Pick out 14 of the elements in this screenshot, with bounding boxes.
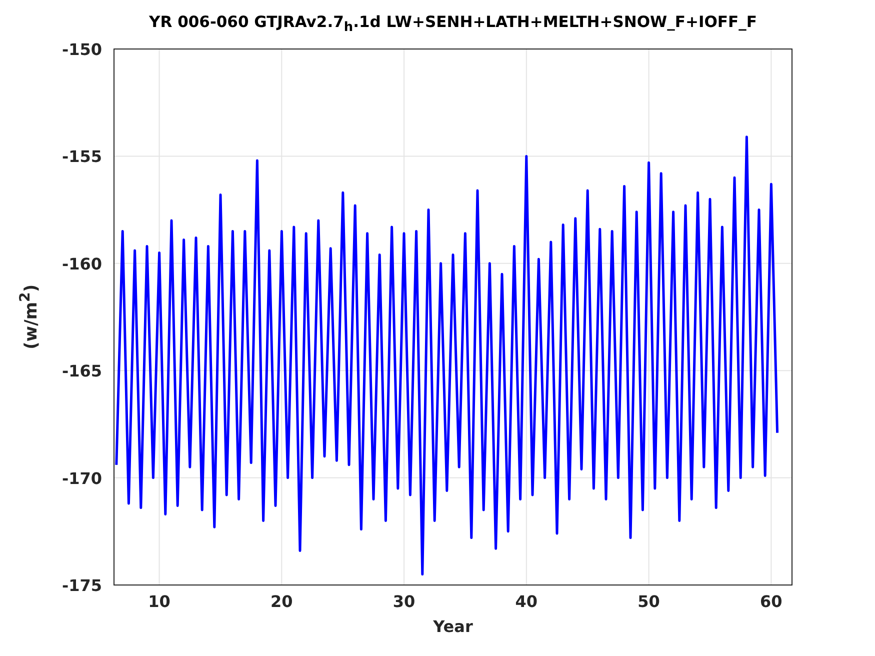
x-tick-label: 40: [515, 592, 538, 611]
x-axis-label: Year: [433, 617, 473, 636]
x-tick-label: 50: [638, 592, 660, 611]
chart-title: YR 006-060 GTJRAv2.7$_{h}$.1d LW+SENH+LATH+MELTH+SNOW_F+IOFF_F: [149, 12, 757, 37]
y-tick-label: -170: [62, 468, 102, 488]
y-tick-label: -165: [62, 362, 102, 381]
y-tick-label: -175: [62, 576, 102, 595]
x-tick-label: 30: [392, 592, 416, 611]
y-tick-label: -150: [62, 40, 102, 59]
x-tick-label: 20: [270, 592, 293, 611]
y-tick-label: -155: [62, 147, 102, 166]
x-tick-label: 60: [760, 592, 782, 611]
y-tick-label: -160: [62, 254, 102, 274]
x-tick-label: 10: [148, 592, 170, 611]
